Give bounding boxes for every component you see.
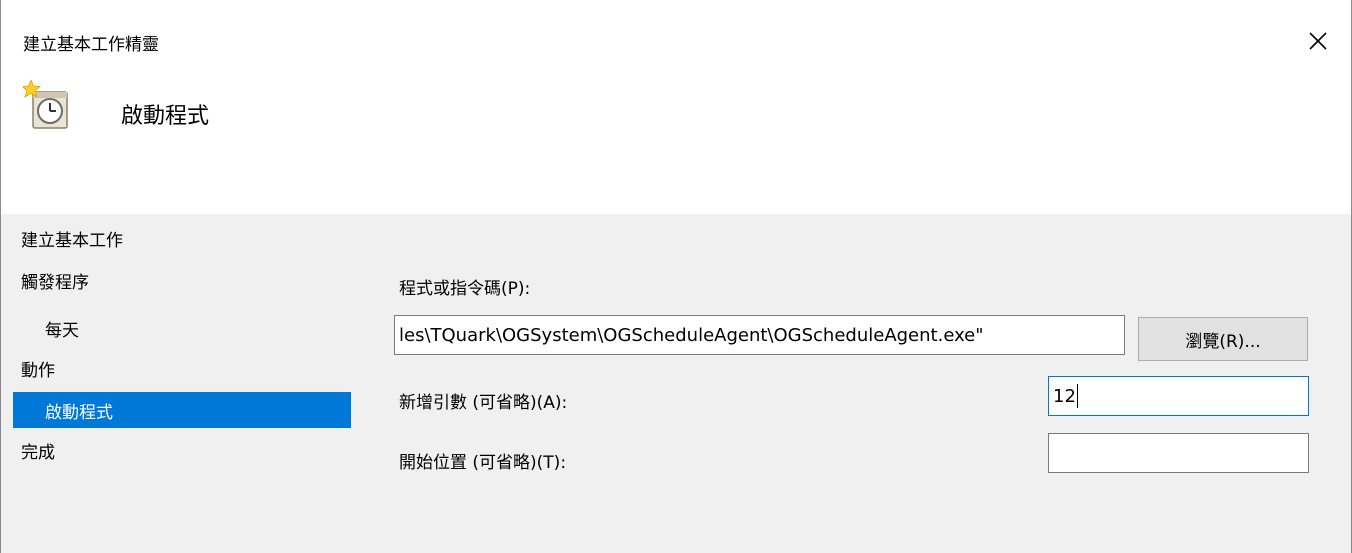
nav-step-label: 啟動程式 [45,402,113,423]
nav-step-action[interactable]: 動作 [1,350,55,386]
scheduled-task-clock-icon [20,78,77,132]
program-label: 程式或指令碼(P): [399,279,531,299]
text-caret [1076,384,1078,408]
nav-step-trigger[interactable]: 觸發程序 [1,262,89,298]
browse-button[interactable]: 瀏覽(R)... [1138,317,1308,361]
program-input[interactable]: les\TQuark\OGSystem\OGScheduleAgent\OGSc… [394,315,1125,355]
program-input-value: les\TQuark\OGSystem\OGScheduleAgent\OGSc… [399,324,984,346]
nav-step-label: 觸發程序 [21,272,89,293]
arguments-label: 新增引數 (可省略)(A): [399,393,568,413]
wizard-window: 建立基本工作精靈 啟動程式 建立基本工作 觸發程序 每天 動作 啟動程式 完成 … [0,0,1352,553]
arguments-input[interactable]: 12 [1048,376,1309,416]
step-nav: 建立基本工作 觸發程序 每天 動作 啟動程式 完成 [1,214,353,553]
window-title: 建立基本工作精靈 [23,35,159,55]
start-in-label: 開始位置 (可省略)(T): [399,453,567,473]
browse-button-label: 瀏覽(R)... [1185,331,1261,352]
nav-step-start-program[interactable]: 啟動程式 [13,392,351,428]
nav-step-label: 完成 [21,442,55,463]
title-bar: 建立基本工作精靈 [1,0,1351,76]
wizard-body: 建立基本工作 觸發程序 每天 動作 啟動程式 完成 程式或指令碼(P): les… [1,214,1351,553]
page-title: 啟動程式 [121,104,210,129]
nav-step-label: 建立基本工作 [21,230,123,251]
nav-step-daily[interactable]: 每天 [1,310,79,346]
nav-step-label: 動作 [21,360,55,381]
arguments-input-value: 12 [1053,385,1076,407]
wizard-header: 啟動程式 [1,76,1351,214]
close-button[interactable] [1295,22,1341,60]
nav-step-create-basic-task[interactable]: 建立基本工作 [1,220,123,256]
nav-step-finish[interactable]: 完成 [1,432,55,468]
nav-step-label: 每天 [45,320,79,341]
close-icon [1309,32,1327,50]
start-in-input[interactable] [1048,433,1309,473]
